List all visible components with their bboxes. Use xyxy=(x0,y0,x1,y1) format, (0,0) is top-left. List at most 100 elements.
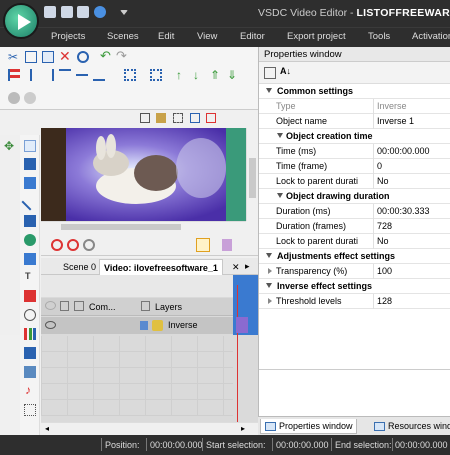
cut-icon[interactable]: ✂ xyxy=(8,51,20,63)
zoom-out-icon[interactable] xyxy=(67,239,79,251)
paste-icon[interactable] xyxy=(42,51,54,63)
copy-icon[interactable] xyxy=(77,6,89,18)
tab-video[interactable]: Video: ilovefreesoftware_1 xyxy=(99,259,223,275)
pointer-tool-icon[interactable] xyxy=(24,140,36,152)
image-tool-icon[interactable] xyxy=(24,366,36,378)
image-icon[interactable] xyxy=(156,113,166,123)
move-top-icon[interactable]: ⇑ xyxy=(210,68,222,82)
scroll-left-icon[interactable]: ◂ xyxy=(45,424,49,433)
prop-lock-to-parent-2[interactable]: Lock to parent durati No xyxy=(259,234,450,249)
move-down-icon[interactable]: ↓ xyxy=(193,68,205,82)
menu-projects[interactable]: Projects xyxy=(51,31,85,42)
section-adjustments-effect[interactable]: Adjustments effect settings xyxy=(259,249,450,264)
open-icon[interactable] xyxy=(61,6,73,18)
align-right-icon[interactable] xyxy=(42,69,54,81)
playhead-lock-icon[interactable] xyxy=(196,238,210,252)
crop-icon[interactable] xyxy=(173,113,183,123)
prop-time-ms[interactable]: Time (ms) 00:00:00.000 xyxy=(259,144,450,159)
playhead-cursor[interactable] xyxy=(237,285,238,422)
scroll-right-icon[interactable]: ▸ xyxy=(241,424,245,433)
tab-close-icon[interactable]: ✕ xyxy=(232,262,240,273)
categorized-icon[interactable] xyxy=(264,67,276,79)
position-value: 00:00:00.000 xyxy=(150,440,203,450)
fit-icon[interactable] xyxy=(206,113,216,123)
timeline-clip[interactable] xyxy=(236,317,248,333)
tab-resources-window[interactable]: Resources windo xyxy=(370,419,450,434)
menu-export-project[interactable]: Export project xyxy=(287,31,346,42)
layer-tool-icon[interactable] xyxy=(24,177,36,189)
expand-icon[interactable] xyxy=(124,69,136,81)
align-middle-icon[interactable] xyxy=(76,69,88,81)
tab-scroll-icon[interactable]: ▸ xyxy=(245,261,250,272)
prop-threshold-levels[interactable]: Threshold levels 128 xyxy=(259,294,450,309)
screen-tool-icon[interactable] xyxy=(24,158,36,170)
timeline-grid[interactable] xyxy=(41,336,233,416)
menu-editor[interactable]: Editor xyxy=(240,31,265,42)
save-icon[interactable] xyxy=(44,6,56,18)
cursor-icon[interactable] xyxy=(140,113,150,123)
move-up-icon[interactable]: ↑ xyxy=(176,68,188,82)
chart-tool-icon[interactable] xyxy=(24,328,36,340)
video-preview[interactable] xyxy=(41,128,246,221)
ungroup-icon[interactable] xyxy=(24,92,36,104)
audio-tool-icon[interactable]: ♪ xyxy=(25,383,37,397)
prop-time-frame[interactable]: Time (frame) 0 xyxy=(259,159,450,174)
settings-icon[interactable] xyxy=(94,6,106,18)
menu-view[interactable]: View xyxy=(197,31,217,42)
line-tool-icon[interactable] xyxy=(21,193,39,211)
zoom-in-icon[interactable] xyxy=(51,239,63,251)
timeline-horizontal-scrollbar[interactable]: ◂ ▸ xyxy=(41,422,258,435)
preview-horizontal-scrollbar[interactable] xyxy=(41,221,246,232)
video-tool-icon[interactable] xyxy=(24,347,36,359)
sprite-tool-icon[interactable] xyxy=(24,309,36,321)
menu-edit[interactable]: Edit xyxy=(158,31,174,42)
align-center-icon[interactable] xyxy=(25,69,37,81)
more-tools-icon[interactable] xyxy=(24,404,36,416)
prop-duration-ms[interactable]: Duration (ms) 00:00:30.333 xyxy=(259,204,450,219)
circle-icon[interactable] xyxy=(77,51,89,63)
lock-icon[interactable] xyxy=(60,301,69,311)
visibility-icon[interactable] xyxy=(45,301,56,310)
app-logo-icon[interactable] xyxy=(3,3,39,39)
menu-activation[interactable]: Activation xyxy=(412,31,450,42)
prop-duration-frames[interactable]: Duration (frames) 728 xyxy=(259,219,450,234)
snap-icon[interactable] xyxy=(222,239,232,251)
preview-frame-image xyxy=(41,128,246,221)
snapshot-icon[interactable] xyxy=(190,113,200,123)
group-icon[interactable] xyxy=(8,92,20,104)
zoom-reset-icon[interactable] xyxy=(83,239,95,251)
undo-icon[interactable]: ↶ xyxy=(100,49,112,62)
align-left-icon[interactable] xyxy=(8,69,20,81)
track-dropdown-icon[interactable] xyxy=(140,321,148,330)
tab-properties-window[interactable]: Properties window xyxy=(260,419,357,434)
prop-transparency[interactable]: Transparency (%) 100 xyxy=(259,264,450,279)
track-visibility-icon[interactable] xyxy=(45,321,56,329)
ellipse-tool-icon[interactable] xyxy=(24,234,36,246)
section-object-creation-time[interactable]: Object creation time xyxy=(259,129,450,144)
start-selection-value: 00:00:00.000 xyxy=(276,440,329,450)
preview-vertical-scrollbar[interactable] xyxy=(246,128,258,221)
redo-icon[interactable]: ↷ xyxy=(116,49,128,62)
align-bottom-icon[interactable] xyxy=(93,69,105,81)
menu-scenes[interactable]: Scenes xyxy=(107,31,139,42)
shrink-icon[interactable] xyxy=(150,69,162,81)
section-inverse-effect[interactable]: Inverse effect settings xyxy=(259,279,450,294)
rectangle-tool-icon[interactable] xyxy=(24,215,36,227)
delete-icon[interactable]: ✕ xyxy=(59,49,71,63)
prop-lock-to-parent-1[interactable]: Lock to parent durati No xyxy=(259,174,450,189)
menu-tools[interactable]: Tools xyxy=(368,31,390,42)
polygon-tool-icon[interactable] xyxy=(24,253,36,265)
move-bottom-icon[interactable]: ⇓ xyxy=(227,68,239,82)
tab-scene[interactable]: Scene 0 xyxy=(59,259,100,275)
section-common-settings[interactable]: Common settings xyxy=(259,84,450,99)
section-object-drawing-duration[interactable]: Object drawing duration xyxy=(259,189,450,204)
prop-object-name[interactable]: Object name Inverse 1 xyxy=(259,114,450,129)
align-top-icon[interactable] xyxy=(59,69,71,81)
subtitle-tool-icon[interactable] xyxy=(24,290,36,302)
dropdown-icon[interactable] xyxy=(120,10,128,16)
track-row[interactable]: Inverse xyxy=(41,317,233,334)
text-tool-icon[interactable]: T xyxy=(25,271,37,283)
sort-alpha-icon[interactable]: A↓ xyxy=(280,66,292,78)
move-icon[interactable]: ✥ xyxy=(4,139,16,153)
copy-icon[interactable] xyxy=(25,51,37,63)
